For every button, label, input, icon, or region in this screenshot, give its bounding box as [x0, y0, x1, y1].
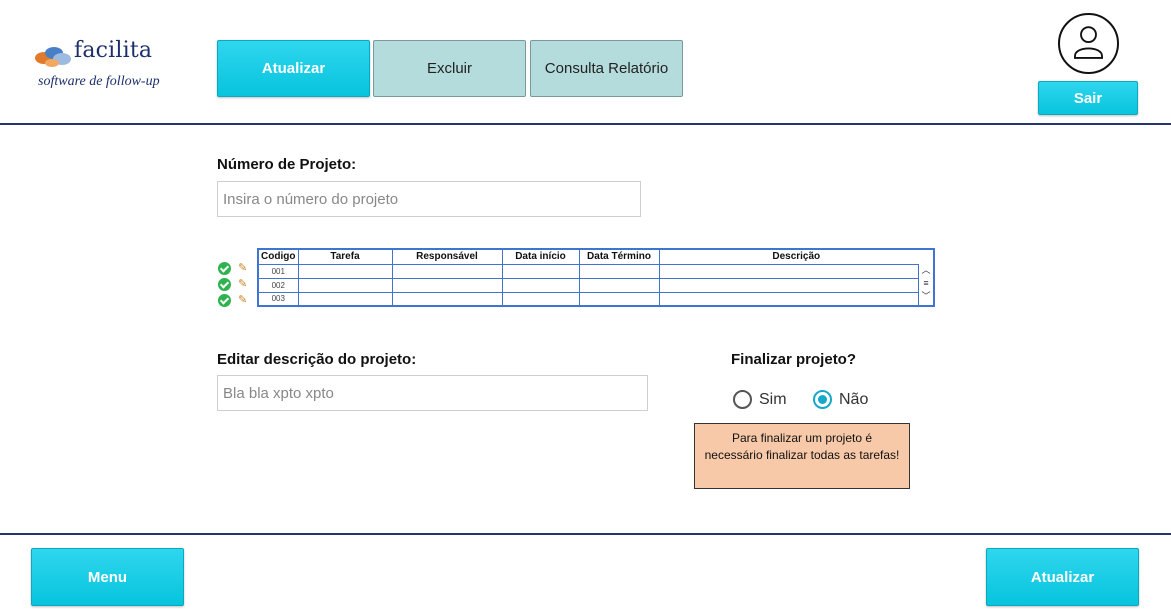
cell-tarefa[interactable]	[297, 263, 393, 279]
radio-nao[interactable]: Não	[813, 390, 868, 409]
task-table: Codigo Tarefa Responsável Data início Da…	[257, 248, 935, 307]
finalize-notice: Para finalizar um projeto é necessário f…	[694, 423, 910, 489]
brand-tagline: software de follow-up	[38, 74, 160, 89]
check-icon[interactable]	[218, 294, 231, 307]
task-table-area: ✎ ✎ ✎ Codigo Tarefa Responsável Data iní…	[216, 248, 936, 310]
cell-data-termino[interactable]	[578, 277, 660, 293]
row-actions-1: ✎	[216, 262, 258, 278]
atualizar-bottom-button[interactable]: Atualizar	[986, 548, 1139, 606]
consulta-relatorio-button[interactable]: Consulta Relatório	[530, 40, 683, 97]
pencil-icon[interactable]: ✎	[238, 277, 247, 290]
column-header: Tarefa	[297, 248, 393, 265]
header-divider	[0, 123, 1171, 125]
cell-descricao[interactable]	[658, 291, 935, 307]
scroll-track-icon[interactable]: ≡	[919, 277, 933, 290]
row-actions: ✎ ✎ ✎	[216, 262, 258, 310]
cell-data-inicio[interactable]	[501, 291, 580, 307]
radio-nao-circle[interactable]	[813, 390, 832, 409]
cell-descricao[interactable]	[658, 277, 935, 293]
project-number-label: Número de Projeto:	[217, 156, 357, 173]
column-header: Data Término	[578, 248, 660, 265]
description-label: Editar descrição do projeto:	[217, 351, 417, 368]
cell-responsavel[interactable]	[391, 263, 503, 279]
atualizar-button[interactable]: Atualizar	[217, 40, 370, 97]
cell-descricao[interactable]	[658, 263, 935, 279]
check-icon[interactable]	[218, 278, 231, 291]
logo: facilita software de follow-up	[34, 38, 184, 96]
scroll-down-icon[interactable]: ﹀	[919, 290, 933, 303]
table-row[interactable]: 001	[257, 263, 935, 279]
cell-responsavel[interactable]	[391, 277, 503, 293]
pencil-icon[interactable]: ✎	[238, 261, 247, 274]
page: facilita software de follow-up Atualizar…	[0, 0, 1171, 609]
cell-data-inicio[interactable]	[501, 263, 580, 279]
table-header-row: Codigo Tarefa Responsável Data início Da…	[257, 248, 935, 265]
column-header: Responsável	[391, 248, 503, 265]
table-row[interactable]: 003	[257, 291, 935, 307]
row-actions-2: ✎	[216, 278, 258, 294]
pencil-icon[interactable]: ✎	[238, 293, 247, 306]
footer-divider	[0, 533, 1171, 535]
sair-button[interactable]: Sair	[1038, 81, 1138, 115]
column-header: Descrição	[658, 248, 935, 265]
project-number-input[interactable]	[217, 181, 641, 217]
description-input[interactable]	[217, 375, 648, 411]
cell-tarefa[interactable]	[297, 291, 393, 307]
cell-data-termino[interactable]	[578, 291, 660, 307]
column-header: Data início	[501, 248, 580, 265]
cell-data-inicio[interactable]	[501, 277, 580, 293]
cell-codigo: 003	[257, 291, 299, 307]
user-avatar-icon[interactable]	[1058, 13, 1119, 74]
radio-sim-label: Sim	[759, 390, 787, 408]
brand-name: facilita	[74, 38, 153, 63]
table-row[interactable]: 002	[257, 277, 935, 293]
scroll-up-icon[interactable]: ︿	[919, 264, 933, 277]
cell-responsavel[interactable]	[391, 291, 503, 307]
column-header: Codigo	[257, 248, 299, 265]
radio-nao-label: Não	[839, 390, 869, 408]
radio-sim-circle[interactable]	[733, 390, 752, 409]
table-scrollbar[interactable]: ︿ ≡ ﹀	[918, 264, 933, 305]
radio-sim[interactable]: Sim	[733, 390, 787, 409]
check-icon[interactable]	[218, 262, 231, 275]
cell-data-termino[interactable]	[578, 263, 660, 279]
row-actions-3: ✎	[216, 294, 258, 310]
finalize-label: Finalizar projeto?	[731, 351, 857, 368]
cell-tarefa[interactable]	[297, 277, 393, 293]
logo-mark-icon	[35, 47, 71, 67]
cell-codigo: 002	[257, 277, 299, 293]
cell-codigo: 001	[257, 263, 299, 279]
menu-button[interactable]: Menu	[31, 548, 184, 606]
excluir-button[interactable]: Excluir	[373, 40, 526, 97]
